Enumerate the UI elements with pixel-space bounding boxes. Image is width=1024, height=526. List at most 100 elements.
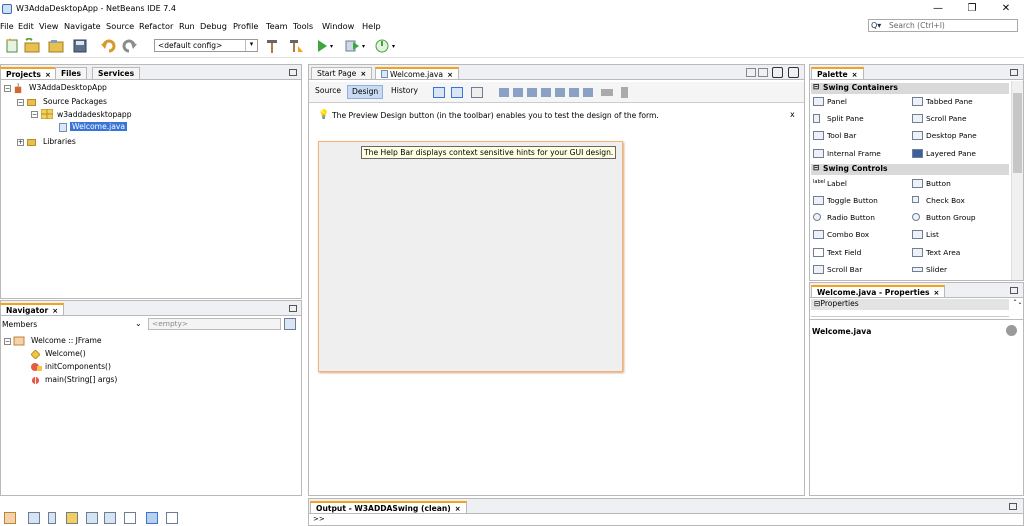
menu-edit[interactable]: Edit [18,21,34,31]
tab-navigator[interactable]: Navigator × [0,303,65,315]
palette-category-containers[interactable]: ⊟ Swing Containers [811,82,1009,94]
menu-help[interactable]: Help [362,21,381,31]
redo-icon[interactable] [122,38,138,54]
menu-tools[interactable]: Tools [293,21,313,31]
run-dropdown-icon[interactable]: ▾ [330,43,333,50]
save-all-icon[interactable] [72,38,88,54]
close-icon[interactable]: × [360,70,366,78]
source-view-button[interactable]: Source [311,85,345,99]
menu-team[interactable]: Team [266,21,288,31]
hint-close-button[interactable]: x [790,110,795,119]
members-dropdown-icon[interactable]: ⌄ [135,319,142,328]
close-icon[interactable]: × [852,71,858,79]
jframe-design-canvas[interactable] [318,141,623,372]
nav-item-main[interactable]: main(String[] args) [45,375,117,384]
menu-refactor[interactable]: Refactor [139,21,173,31]
run-icon[interactable] [314,38,330,54]
minimize-panel-icon[interactable] [289,305,297,312]
help-icon[interactable] [1006,325,1017,336]
palette-category-controls[interactable]: ⊟ Swing Controls [811,163,1009,175]
preview-design-icon[interactable] [471,87,483,98]
palette-item-text-area[interactable]: Text Area [926,248,960,257]
minimize-button[interactable]: — [928,2,948,16]
palette-item-scroll-bar[interactable]: Scroll Bar [827,265,862,274]
palette-item-slider[interactable]: Slider [926,265,947,274]
menu-run[interactable]: Run [179,21,195,31]
properties-section-header[interactable]: ⊟Properties [811,299,1009,310]
desktop-icon[interactable] [124,512,136,524]
palette-item-toggle-button[interactable]: Toggle Button [827,196,878,205]
tree-item-source-packages[interactable]: Source Packages [43,97,107,106]
tab-files[interactable]: Files [55,67,88,79]
tree-item-package[interactable]: w3addadesktopapp [57,110,132,119]
tree-icon[interactable] [166,512,178,524]
palette-item-desktop-pane[interactable]: Desktop Pane [926,131,977,140]
tab-projects[interactable]: Projects × [0,67,57,79]
tab-start-page[interactable]: Start Page × [311,67,373,79]
close-icon[interactable]: × [455,505,461,513]
menu-view[interactable]: View [39,21,58,31]
collapse-icon[interactable]: − [31,111,38,118]
close-icon[interactable]: × [447,71,453,79]
palette-scrollbar[interactable] [1011,81,1023,280]
tab-welcome-java[interactable]: Welcome.java × [375,67,459,79]
button-group-icon[interactable] [146,512,158,524]
tab-list-icon[interactable] [772,67,783,78]
palette-item-button[interactable]: Button [926,179,951,188]
new-file-icon[interactable] [4,38,20,54]
nav-item-init-components[interactable]: initComponents() [45,362,111,371]
new-project-icon[interactable] [24,38,40,54]
close-icon[interactable]: × [45,71,51,79]
close-icon[interactable]: × [52,307,58,315]
nav-item-class[interactable]: Welcome :: JFrame [31,336,102,345]
menu-file[interactable]: File [0,21,14,31]
properties-scroll-icon[interactable]: ⌃⌄ [1012,299,1023,318]
undo-icon[interactable] [100,38,116,54]
profile-icon[interactable] [374,38,390,54]
menu-debug[interactable]: Debug [200,21,227,31]
debug-dropdown-icon[interactable]: ▾ [362,43,365,50]
palette-item-list[interactable]: List [926,230,939,239]
chevron-down-icon[interactable]: ▾ [245,40,257,51]
tab-output[interactable]: Output - W3ADDASwing (clean) × [310,501,467,513]
resize-vertical-icon[interactable] [621,87,628,98]
palette-item-split-pane[interactable]: Split Pane [827,114,864,123]
frame-preview-icon[interactable] [4,512,16,524]
collapse-icon[interactable]: − [4,85,11,92]
minimize-panel-icon[interactable] [1010,287,1018,294]
minimize-panel-icon[interactable] [1009,503,1017,510]
panel-icon[interactable] [28,512,40,524]
expand-icon[interactable]: + [17,139,24,146]
search-input[interactable]: Q▾ Search (Ctrl+I) [868,19,1018,32]
design-view-button[interactable]: Design [347,85,384,99]
history-view-button[interactable]: History [387,85,422,99]
scroll-tabs-left-icon[interactable] [746,68,756,77]
scroll-tabs-right-icon[interactable] [758,68,768,77]
menu-navigate[interactable]: Navigate [64,21,101,31]
selection-mode-icon[interactable] [433,87,445,98]
tree-item-project[interactable]: W3AddaDesktopApp [29,83,107,92]
open-project-icon[interactable] [48,38,64,54]
palette-item-scroll-pane[interactable]: Scroll Pane [926,114,967,123]
tab-services[interactable]: Services [92,67,141,79]
split-icon[interactable] [48,512,56,524]
resize-horizontal-icon[interactable] [601,89,613,96]
close-icon[interactable]: × [934,289,940,297]
menu-window[interactable]: Window [322,21,354,31]
tab-palette[interactable]: Palette × [811,67,864,79]
profile-dropdown-icon[interactable]: ▾ [392,43,395,50]
palette-item-combo-box[interactable]: Combo Box [827,230,869,239]
palette-item-text-field[interactable]: Text Field [827,248,861,257]
menu-profile[interactable]: Profile [233,21,258,31]
palette-item-tabbed-pane[interactable]: Tabbed Pane [926,97,973,106]
palette-item-layered-pane[interactable]: Layered Pane [926,149,976,158]
tree-item-welcome-java[interactable]: Welcome.java [70,122,128,131]
component-icon[interactable] [66,512,78,524]
collapse-icon[interactable]: − [4,338,11,345]
align-buttons-icon[interactable] [499,88,595,97]
minimize-panel-icon[interactable] [289,69,297,76]
tab-properties[interactable]: Welcome.java - Properties × [811,285,946,297]
tree-item-libraries[interactable]: Libraries [43,137,76,146]
palette-item-check-box[interactable]: Check Box [926,196,965,205]
palette-item-panel[interactable]: Panel [827,97,847,106]
